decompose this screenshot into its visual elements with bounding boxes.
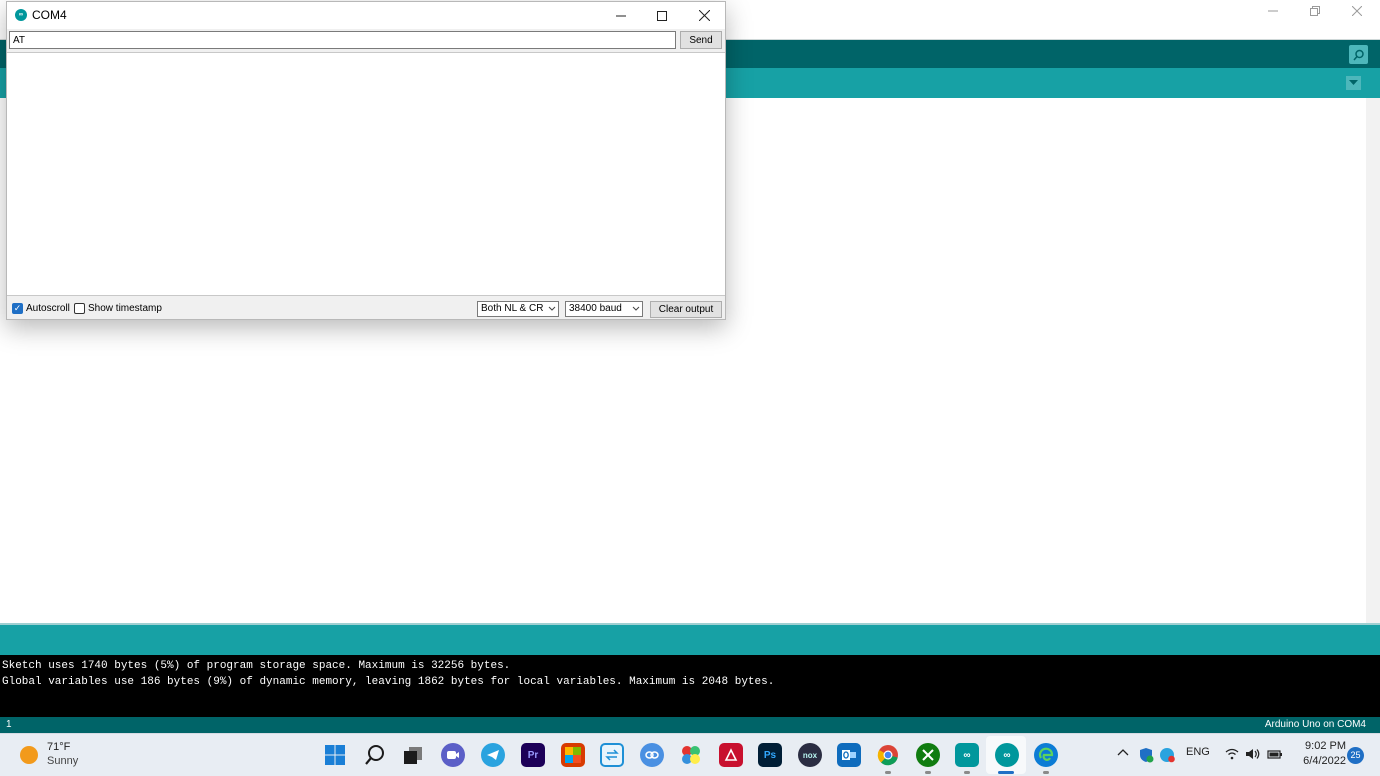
running-indicator xyxy=(1043,771,1049,774)
clock-date[interactable]: 6/4/2022 xyxy=(1290,755,1346,767)
ide-close-button[interactable] xyxy=(1336,0,1378,22)
close-icon xyxy=(698,10,710,21)
butterfly-app-icon[interactable] xyxy=(679,743,703,767)
baud-rate-value: 38400 baud xyxy=(569,303,622,314)
battery-icon[interactable] xyxy=(1267,748,1283,763)
arduino-active-icon[interactable]: ∞ xyxy=(995,743,1019,767)
line-number: 1 xyxy=(6,719,12,730)
serial-monitor-window: ∞ COM4 Send ✓ Autoscroll Show timestamp … xyxy=(6,1,726,320)
output-console: Sketch uses 1740 bytes (5%) of program s… xyxy=(0,655,1380,717)
show-hidden-icons-chevron-icon[interactable] xyxy=(1117,747,1129,762)
chevron-down-icon xyxy=(548,302,556,321)
language-indicator[interactable]: ENG xyxy=(1186,746,1210,758)
restore-icon xyxy=(1310,6,1320,16)
chrome-icon[interactable] xyxy=(876,743,900,767)
arduino-logo-icon: ∞ xyxy=(15,9,27,21)
window-title: COM4 xyxy=(32,8,67,22)
running-indicator xyxy=(925,771,931,774)
close-icon xyxy=(1352,6,1362,16)
minimize-icon xyxy=(616,15,626,16)
ide-minimize-button[interactable] xyxy=(1252,0,1294,22)
notification-badge[interactable]: 25 xyxy=(1347,747,1364,764)
start-icon[interactable] xyxy=(323,743,347,767)
serial-input[interactable] xyxy=(9,31,676,49)
outlook-icon[interactable] xyxy=(837,743,861,767)
premiere-pro-icon[interactable]: Pr xyxy=(521,743,545,767)
taskbar: 71°F Sunny Pr Ps nox ∞ ∞ ENG 9:02 PM 6/4… xyxy=(0,733,1380,776)
minimize-button[interactable] xyxy=(600,2,642,29)
link-app-icon[interactable] xyxy=(640,743,664,767)
task-view-icon[interactable] xyxy=(401,743,425,767)
serial-output xyxy=(7,52,725,296)
search-icon[interactable] xyxy=(363,743,387,767)
line-ending-select[interactable]: Both NL & CR xyxy=(477,301,559,317)
telegram-tray-icon[interactable] xyxy=(1159,747,1175,766)
editor-scrollbar[interactable] xyxy=(1366,98,1380,623)
photoshop-icon[interactable]: Ps xyxy=(758,743,782,767)
volume-icon[interactable] xyxy=(1245,748,1261,763)
acrobat-icon[interactable] xyxy=(719,743,743,767)
baud-rate-select[interactable]: 38400 baud xyxy=(565,301,643,317)
minimize-icon xyxy=(1268,10,1278,12)
weather-condition[interactable]: Sunny xyxy=(47,755,78,767)
show-timestamp-checkbox[interactable] xyxy=(74,303,85,314)
chevron-down-icon xyxy=(1349,80,1358,85)
arduino-icon[interactable]: ∞ xyxy=(955,743,979,767)
serial-monitor-footer: ✓ Autoscroll Show timestamp Both NL & CR… xyxy=(7,298,725,320)
running-indicator xyxy=(885,771,891,774)
teams-chat-icon[interactable] xyxy=(441,743,465,767)
chevron-down-icon xyxy=(632,302,640,321)
maximize-button[interactable] xyxy=(641,2,683,29)
board-port-status: Arduino Uno on COM4 xyxy=(1264,719,1366,730)
autoscroll-label: Autoscroll xyxy=(26,303,70,314)
file-transfer-icon[interactable] xyxy=(600,743,624,767)
line-ending-value: Both NL & CR xyxy=(481,303,544,314)
ide-restore-button[interactable] xyxy=(1294,0,1336,22)
maximize-icon xyxy=(657,10,667,21)
console-divider[interactable] xyxy=(0,623,1380,655)
sun-icon[interactable] xyxy=(20,746,38,764)
active-indicator xyxy=(998,771,1014,774)
telegram-icon[interactable] xyxy=(481,743,505,767)
office-icon[interactable] xyxy=(561,743,585,767)
tab-menu-button[interactable] xyxy=(1346,76,1361,90)
send-button[interactable]: Send xyxy=(680,31,722,49)
running-indicator xyxy=(964,771,970,774)
show-timestamp-label: Show timestamp xyxy=(88,303,162,314)
close-button[interactable] xyxy=(683,2,725,29)
clear-output-button[interactable]: Clear output xyxy=(650,301,722,318)
console-line: Global variables use 186 bytes (9%) of d… xyxy=(2,675,775,688)
weather-temperature[interactable]: 71°F xyxy=(47,741,70,753)
defender-icon[interactable] xyxy=(1138,747,1154,766)
nox-icon[interactable]: nox xyxy=(798,743,822,767)
serial-monitor-titlebar: ∞ COM4 xyxy=(7,2,725,29)
ide-status-bar: 1 Arduino Uno on COM4 xyxy=(0,717,1380,733)
clock-time[interactable]: 9:02 PM xyxy=(1296,740,1346,752)
autoscroll-checkbox[interactable]: ✓ xyxy=(12,303,23,314)
xbox-icon[interactable] xyxy=(916,743,940,767)
console-line: Sketch uses 1740 bytes (5%) of program s… xyxy=(2,660,511,672)
serial-monitor-button[interactable] xyxy=(1349,45,1368,64)
edge-icon[interactable] xyxy=(1034,743,1058,767)
magnifier-icon xyxy=(1352,49,1364,60)
wifi-icon[interactable] xyxy=(1225,748,1239,763)
